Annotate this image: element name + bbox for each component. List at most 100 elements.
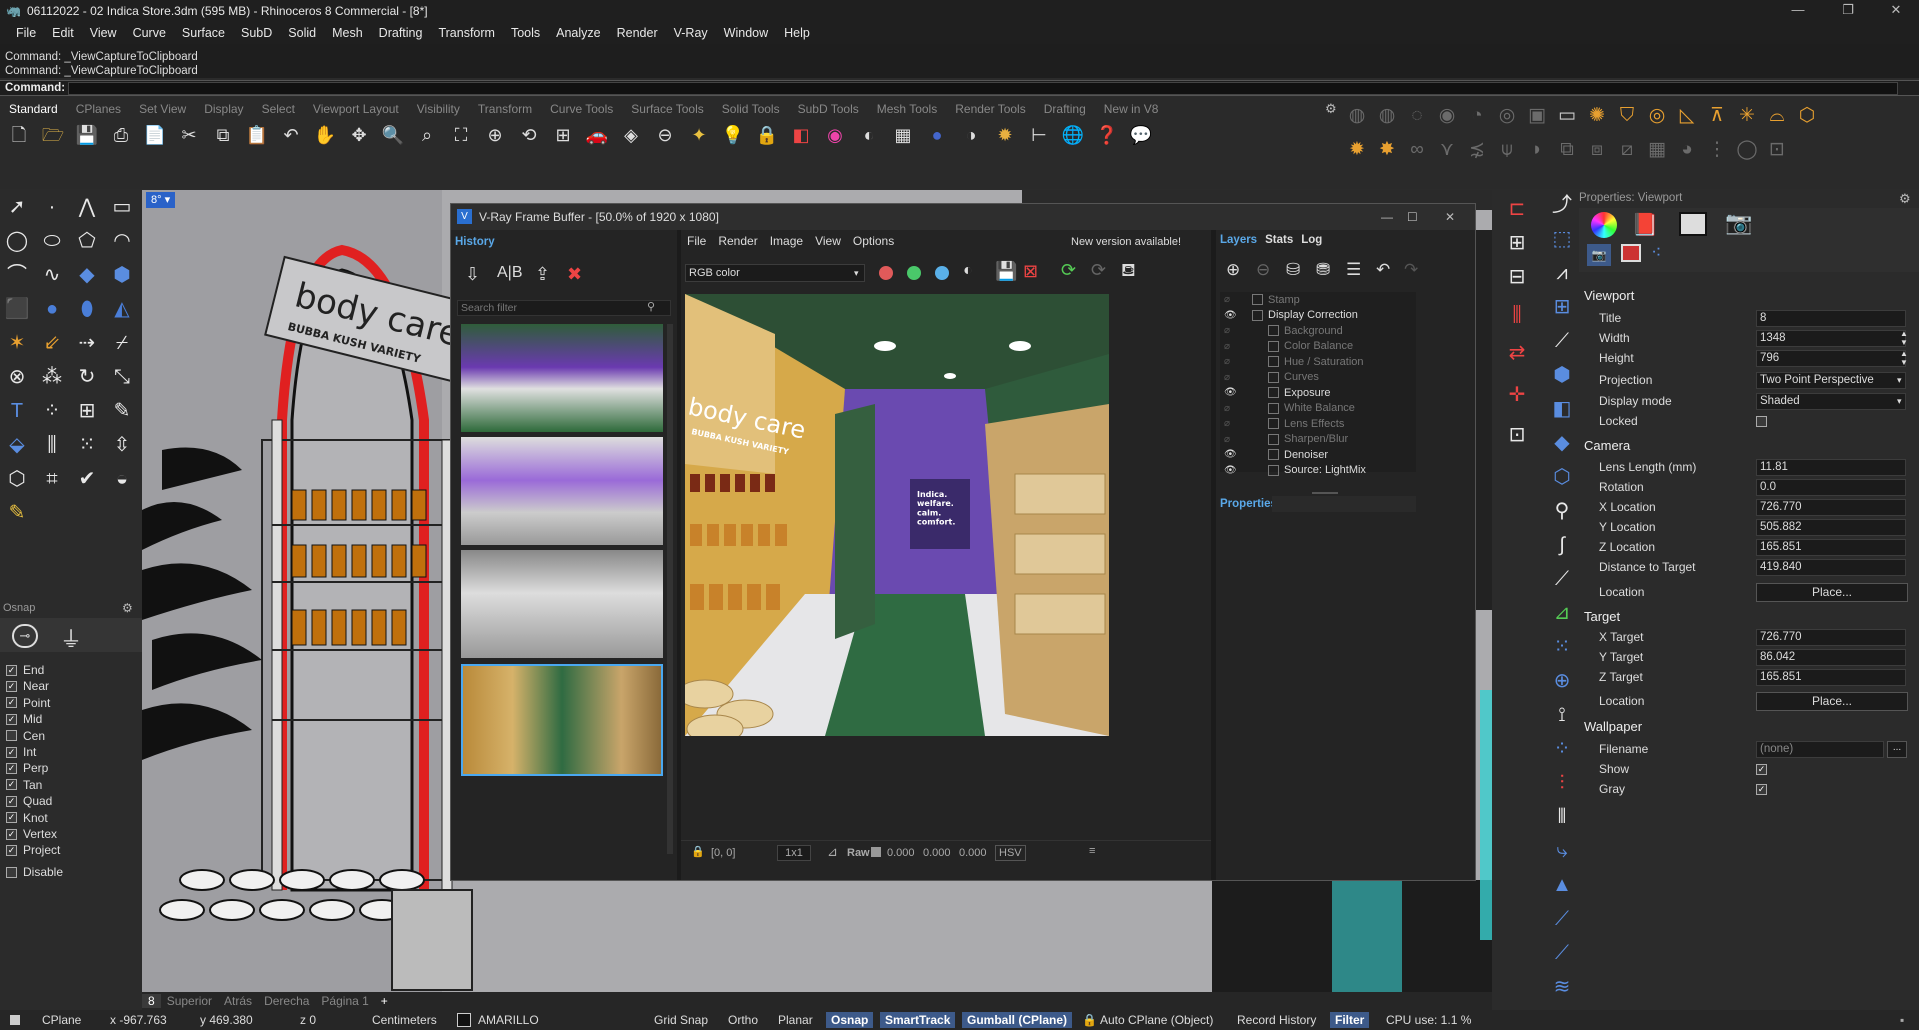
- vray-tool-icon[interactable]: ⧈: [1585, 138, 1609, 162]
- eye-icon[interactable]: 👁: [1224, 465, 1237, 476]
- vray-tool-icon[interactable]: ∞: [1405, 138, 1429, 162]
- osnap-item-vertex[interactable]: ✓ Vertex: [6, 826, 57, 842]
- vray-tool-icon[interactable]: ✳: [1735, 104, 1759, 128]
- load-layers-icon[interactable]: ⛃: [1316, 260, 1330, 280]
- tab-standard[interactable]: Standard: [0, 102, 67, 118]
- camera-icon[interactable]: 📷: [1725, 210, 1752, 236]
- gear-icon[interactable]: ⚙: [1325, 101, 1337, 117]
- tab-new-in-v8[interactable]: New in V8: [1095, 102, 1168, 118]
- dimension-icon[interactable]: ⇳: [107, 430, 137, 460]
- panel-tool-icon[interactable]: ⚲: [1547, 496, 1577, 526]
- layer-icon[interactable]: ◧: [788, 122, 814, 148]
- osnap-checkbox[interactable]: ✓: [6, 762, 17, 774]
- polygon-icon[interactable]: ⬠: [72, 226, 102, 256]
- vray-tool-icon[interactable]: ▦: [1645, 138, 1669, 162]
- prop-dist-field[interactable]: 419.840: [1756, 558, 1906, 576]
- rotate-view-icon[interactable]: ✥: [346, 122, 372, 148]
- undo-icon[interactable]: ↶: [278, 122, 304, 148]
- gear-icon[interactable]: ⚙: [122, 601, 133, 615]
- panel-tool-icon[interactable]: ◆: [1547, 428, 1577, 458]
- boolean-icon[interactable]: ⊗: [2, 362, 32, 392]
- tab-viewport-8[interactable]: 8: [142, 994, 161, 1008]
- analyze-icon[interactable]: ⬡: [2, 464, 32, 494]
- viewport-camera-icon[interactable]: 📷: [1587, 244, 1611, 266]
- cylinder-icon[interactable]: ⬮: [72, 294, 102, 324]
- history-thumb-1[interactable]: [461, 324, 663, 432]
- vfb-layer-row[interactable]: ⌀ Stamp: [1220, 292, 1416, 307]
- edit-icon[interactable]: ✎: [107, 396, 137, 426]
- light-bulb-icon[interactable]: ✎: [2, 498, 32, 528]
- eye-off-icon[interactable]: ⌀: [1224, 403, 1230, 414]
- red-channel-button[interactable]: [879, 266, 893, 280]
- status-auto-cplane[interactable]: Auto CPlane (Object): [1100, 1012, 1213, 1028]
- prop-gray-checkbox[interactable]: ✓: [1756, 783, 1767, 795]
- cplane-icon[interactable]: ⊖: [652, 122, 678, 148]
- vray-tool-icon[interactable]: ◎: [1495, 104, 1519, 128]
- layer-swatch[interactable]: [457, 1013, 471, 1027]
- vfb-layer-row[interactable]: ⌀ Sharpen/Blur: [1220, 432, 1416, 447]
- osnap-item-mid[interactable]: ✓ Mid: [6, 711, 42, 727]
- tab-derecha[interactable]: Derecha: [258, 994, 315, 1008]
- vray-tool-icon[interactable]: ◎: [1645, 104, 1669, 128]
- vray-tool-icon[interactable]: ⌓: [1765, 104, 1789, 128]
- vfb-minimize-button[interactable]: —: [1381, 204, 1393, 230]
- vfb-menu-view[interactable]: View: [809, 234, 847, 252]
- channel-select[interactable]: RGB color ▾: [685, 264, 865, 282]
- render-teapot-icon[interactable]: ⟳: [1061, 260, 1076, 281]
- osnap-item-knot[interactable]: ✓ Knot: [6, 810, 48, 826]
- osnap-item-end[interactable]: ✓ End: [6, 662, 44, 678]
- lock-icon[interactable]: 🔒: [691, 845, 705, 858]
- tab-log[interactable]: Log: [1301, 234, 1322, 246]
- tab-visibility[interactable]: Visibility: [408, 102, 469, 118]
- grid-array-icon[interactable]: ⁙: [72, 430, 102, 460]
- vray-tool-icon[interactable]: ◯: [1735, 138, 1759, 162]
- osnap-item-tan[interactable]: ✓ Tan: [6, 777, 42, 793]
- prop-rotation-field[interactable]: 0.0: [1756, 478, 1906, 496]
- panel-tool-icon[interactable]: ▲: [1547, 870, 1577, 900]
- vray-tool-icon[interactable]: ◗: [1525, 138, 1549, 162]
- osnap-item-cen[interactable]: Cen: [6, 728, 45, 744]
- vray-tool-icon[interactable]: ✹: [1345, 138, 1369, 162]
- copy-icon[interactable]: ⧉: [210, 122, 236, 148]
- vray-tool-icon[interactable]: ◍: [1345, 104, 1369, 128]
- vray-tool-icon[interactable]: ⛉: [1615, 104, 1639, 128]
- array-icon[interactable]: ⫼: [37, 430, 67, 460]
- prop-yt-field[interactable]: 86.042: [1756, 648, 1906, 666]
- menu-file[interactable]: File: [8, 26, 44, 40]
- layer-list-icon[interactable]: ☰: [1346, 260, 1361, 280]
- gear-icon[interactable]: ⚙: [1899, 191, 1911, 207]
- history-thumb-3[interactable]: [461, 550, 663, 658]
- frame-icon[interactable]: [1621, 244, 1641, 262]
- osnap-item-project[interactable]: ✓ Project: [6, 842, 60, 858]
- osnap-checkbox[interactable]: ✓: [6, 697, 17, 709]
- environment-icon[interactable]: ◑: [958, 122, 984, 148]
- color-wheel-icon[interactable]: ◉: [822, 122, 848, 148]
- circle-icon[interactable]: ◯: [2, 226, 32, 256]
- vfb-layer-row[interactable]: ⌀ Background: [1220, 323, 1416, 338]
- prop-title-field[interactable]: 8: [1756, 309, 1906, 327]
- tab-select[interactable]: Select: [253, 102, 304, 118]
- zoom-ratio-select[interactable]: 1x1: [777, 845, 811, 861]
- vfb-menu-file[interactable]: File: [681, 234, 712, 252]
- history-load-icon[interactable]: ⇪: [535, 264, 550, 285]
- maximize-button[interactable]: ❐: [1828, 0, 1868, 22]
- snap-icon[interactable]: ✛: [1502, 380, 1532, 410]
- snap-icon[interactable]: ⊞: [1502, 228, 1532, 258]
- osnap-checkbox[interactable]: [6, 730, 17, 742]
- status-layer[interactable]: AMARILLO: [478, 1012, 539, 1028]
- group-icon[interactable]: ⁂: [37, 362, 67, 392]
- osnap-mode-icon[interactable]: ⊸: [12, 624, 38, 648]
- car-icon[interactable]: 🚗: [584, 122, 610, 148]
- snap-icon[interactable]: ⇄: [1502, 338, 1532, 368]
- vray-tool-icon[interactable]: ⊡: [1765, 138, 1789, 162]
- history-thumb-2[interactable]: [461, 437, 663, 545]
- panel-tool-icon[interactable]: ⫴: [1547, 802, 1577, 832]
- eye-off-icon[interactable]: ⌀: [1224, 434, 1230, 445]
- split-icon[interactable]: ⇢: [72, 328, 102, 358]
- menu-tools[interactable]: Tools: [503, 26, 548, 40]
- vray-tool-icon[interactable]: ⋎: [1435, 138, 1459, 162]
- eye-off-icon[interactable]: ⌀: [1224, 341, 1230, 352]
- display-icon[interactable]: [1679, 212, 1707, 236]
- vfb-layer-row[interactable]: ⌀ Curves: [1220, 370, 1416, 385]
- panel-tool-icon[interactable]: ⊕: [1547, 666, 1577, 696]
